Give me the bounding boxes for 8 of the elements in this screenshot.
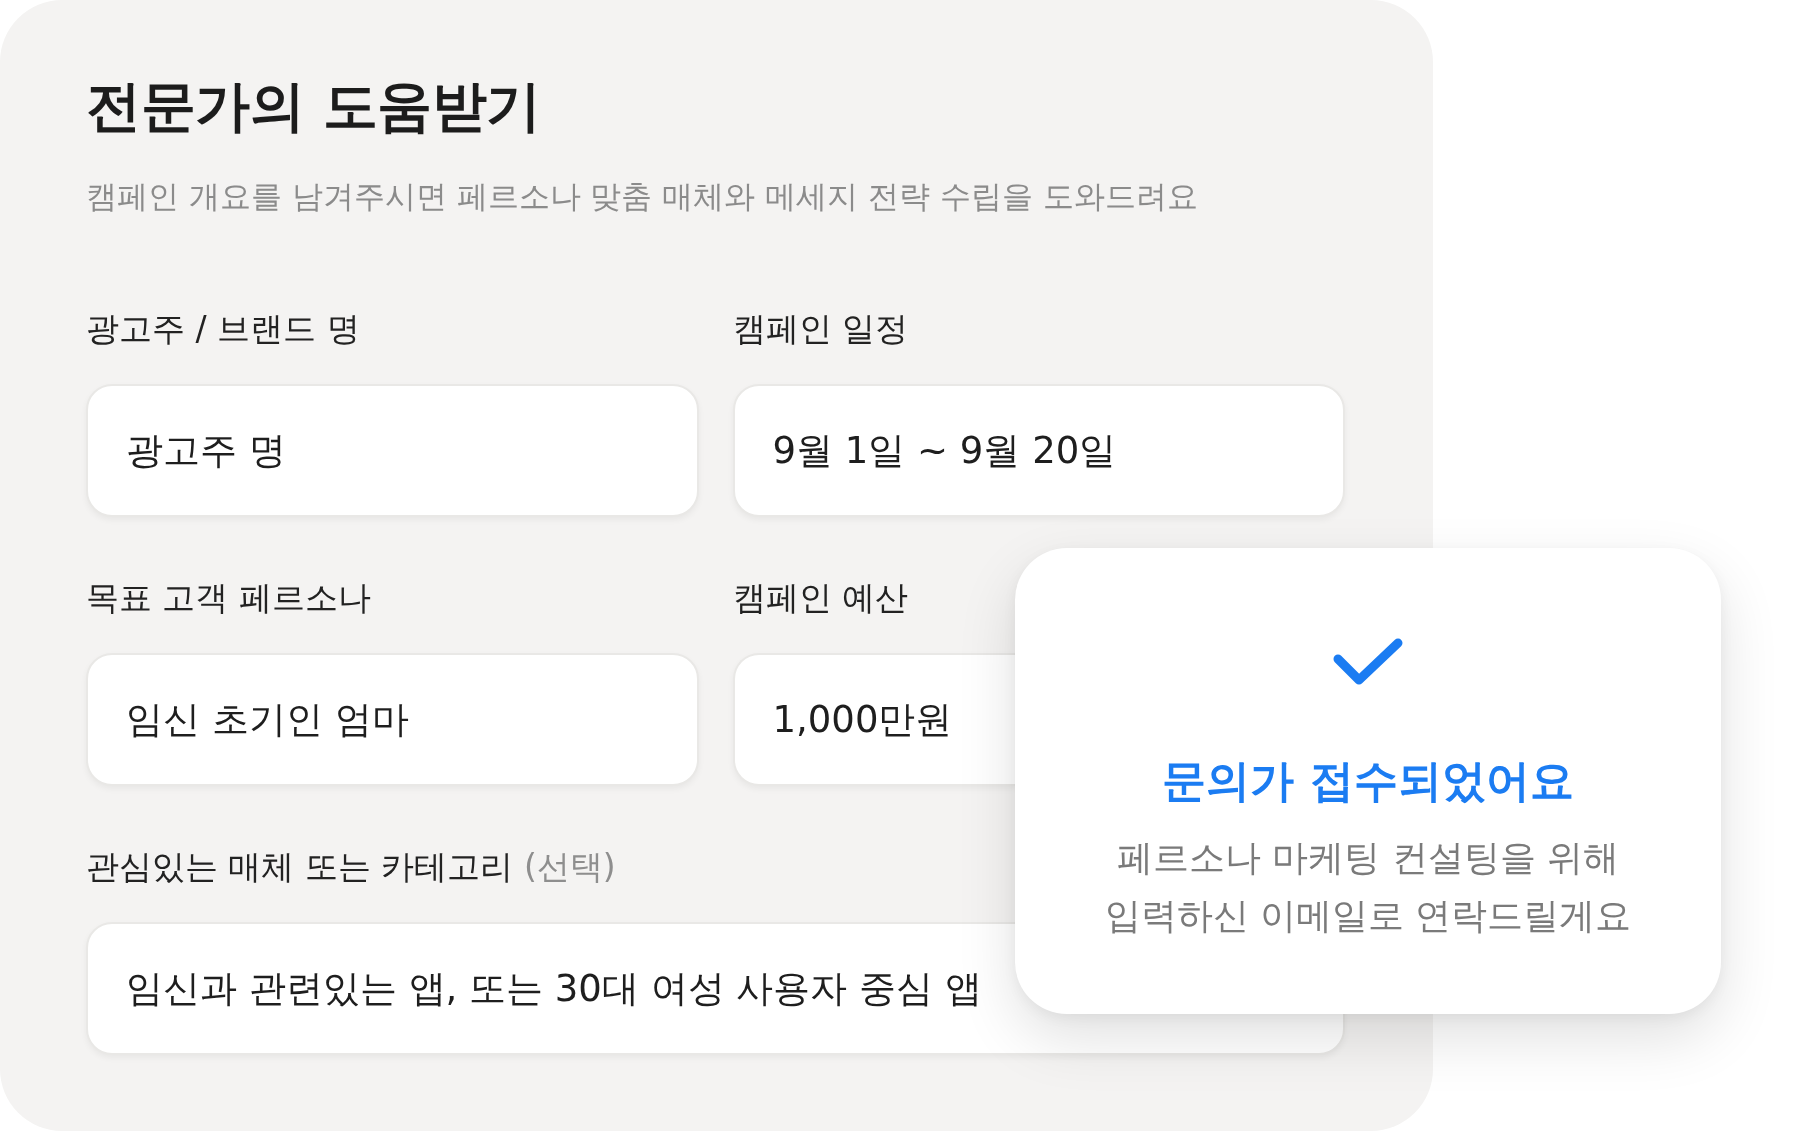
field-label: 관심있는 매체 또는 카테고리 (선택) [86, 846, 616, 888]
page-title: 전문가의 도움받기 [86, 73, 541, 140]
field-label: 목표 고객 페르소나 [86, 577, 371, 619]
field-label: 캠페인 예산 [732, 577, 908, 619]
confirmation-title: 문의가 접수되었어요 [1162, 754, 1574, 808]
field-label: 캠페인 일정 [732, 308, 908, 350]
field-label: 광고주 / 브랜드 명 [86, 308, 360, 350]
page-subtitle: 캠페인 개요를 남겨주시면 페르소나 맞춤 매체와 메세지 전략 수립을 도와드려요 [86, 177, 1198, 216]
